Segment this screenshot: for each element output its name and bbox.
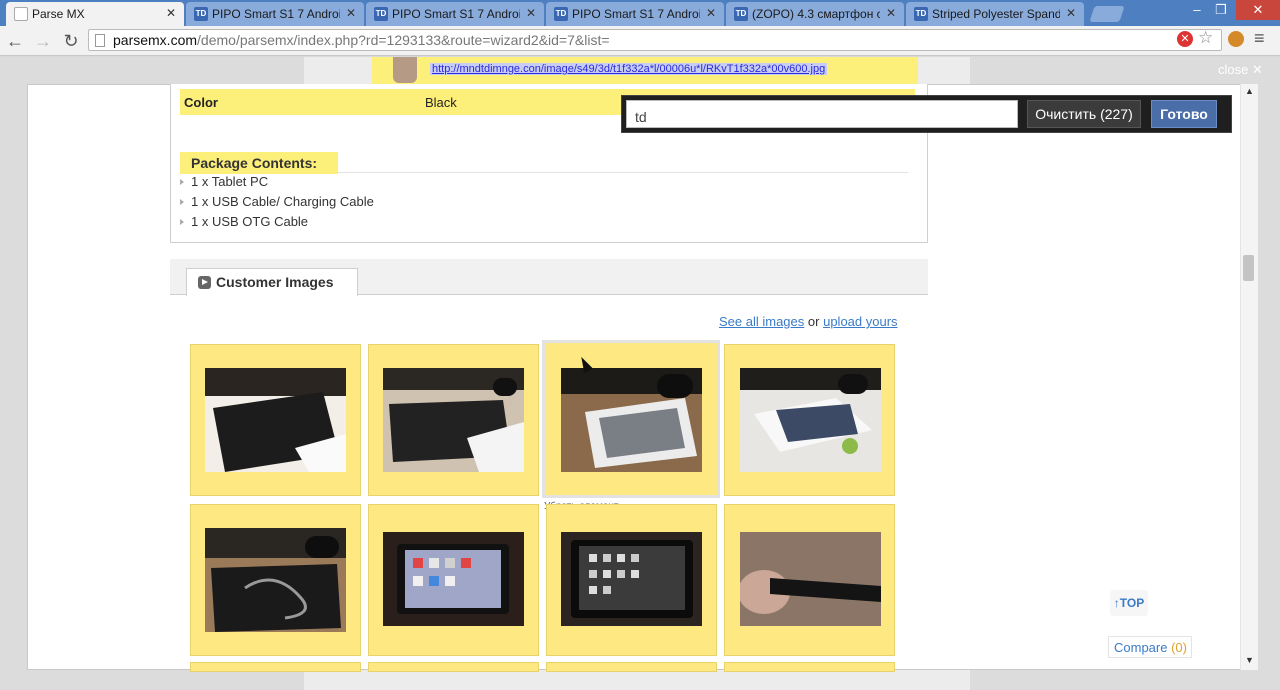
tablet-photo: [383, 532, 524, 636]
tab-title: Parse MX: [32, 7, 85, 21]
see-all-images-link[interactable]: See all images: [719, 314, 804, 329]
tab-title: PIPO Smart S1 7 Android 4: [212, 7, 340, 21]
close-icon[interactable]: ✕: [1066, 6, 1076, 20]
spec-value: Black: [425, 95, 457, 110]
tablet-photo: [740, 532, 881, 636]
compare-button[interactable]: Compare (0): [1108, 636, 1192, 658]
customer-image-thumb-hovered[interactable]: [542, 340, 720, 498]
customer-image-thumb[interactable]: [546, 504, 717, 656]
tab-striped-polyester[interactable]: TD Striped Polyester Spande ✕: [906, 2, 1084, 26]
package-item-text: 1 x USB OTG Cable: [191, 214, 309, 229]
scrollbar-thumb[interactable]: [1243, 255, 1254, 281]
selector-search-input[interactable]: [626, 100, 1018, 128]
top-label: TOP: [1119, 596, 1145, 610]
minimize-icon[interactable]: –: [1186, 2, 1208, 17]
tab-pipo-1[interactable]: TD PIPO Smart S1 7 Android 4 ✕: [186, 2, 364, 26]
close-icon: ✕: [1251, 62, 1263, 77]
image-url-link[interactable]: http://mndtdimnge.con/image/s49/3d/t1f33…: [430, 63, 828, 75]
package-heading: Package Contents:: [180, 152, 338, 174]
bullet-icon: [180, 179, 184, 185]
bookmark-star-icon[interactable]: ☆: [1198, 28, 1213, 48]
td-favicon-icon: TD: [914, 7, 928, 21]
upload-yours-link[interactable]: upload yours: [823, 314, 897, 329]
clear-button[interactable]: Очистить (227): [1027, 100, 1141, 128]
customer-images-links: See all images or upload yours: [719, 314, 898, 329]
url-host: parsemx.com: [113, 32, 198, 48]
customer-image-thumb[interactable]: [368, 344, 539, 496]
back-to-top-button[interactable]: ↑TOP: [1110, 590, 1148, 616]
package-item: 1 x Tablet PC: [180, 174, 268, 189]
tablet-photo: [205, 368, 346, 472]
tab-title: (ZOPO) 4.3 смартфон с с: [752, 7, 880, 21]
tab-zopo[interactable]: TD (ZOPO) 4.3 смартфон с с ✕: [726, 2, 904, 26]
customer-image-thumb[interactable]: [368, 504, 539, 656]
tablet-photo: [561, 532, 702, 636]
close-icon[interactable]: ✕: [526, 6, 536, 20]
forward-icon[interactable]: →: [32, 30, 54, 52]
page-icon: [14, 7, 28, 21]
package-item: 1 x USB Cable/ Charging Cable: [180, 194, 374, 209]
new-tab-button[interactable]: [1089, 6, 1125, 22]
strip-thumbnail: [393, 57, 417, 83]
scrollbar[interactable]: [1240, 84, 1258, 670]
close-icon[interactable]: ✕: [886, 6, 896, 20]
page-icon: [95, 34, 105, 47]
play-icon: [198, 276, 211, 289]
compare-label: Compare: [1114, 640, 1168, 655]
tab-pipo-3[interactable]: TD PIPO Smart S1 7 Android 4 ✕: [546, 2, 724, 26]
compare-count: (0): [1171, 640, 1187, 655]
tab-title: PIPO Smart S1 7 Android 4: [392, 7, 520, 21]
spec-label: Color: [184, 95, 218, 110]
bullet-icon: [180, 219, 184, 225]
window-close-icon[interactable]: ✕: [1236, 0, 1280, 20]
customer-image-thumb[interactable]: [724, 662, 895, 672]
done-button[interactable]: Готово: [1151, 100, 1217, 128]
tab-parse-mx[interactable]: Parse MX ✕: [6, 2, 184, 26]
close-label: close: [1218, 62, 1249, 77]
tablet-photo: [740, 368, 881, 472]
page-strip-bottom: [304, 670, 970, 690]
close-link[interactable]: close ✕: [1218, 62, 1263, 78]
td-favicon-icon: TD: [194, 7, 208, 21]
menu-icon[interactable]: ≡: [1254, 28, 1265, 49]
td-favicon-icon: TD: [734, 7, 748, 21]
back-icon[interactable]: ←: [4, 30, 26, 52]
package-item: 1 x USB OTG Cable: [180, 214, 308, 229]
browser-toolbar: ← → ↻ parsemx.com/demo/parsemx/index.php…: [0, 26, 1280, 56]
url-path: /demo/parsemx/index.php?rd=1293133&route…: [197, 32, 610, 48]
or-text: or: [807, 314, 820, 329]
tab-pipo-2[interactable]: TD PIPO Smart S1 7 Android 4 ✕: [366, 2, 544, 26]
tab-title: PIPO Smart S1 7 Android 4: [572, 7, 700, 21]
customer-image-thumb[interactable]: [724, 344, 895, 496]
customer-image-thumb[interactable]: [368, 662, 539, 672]
tab-title: Striped Polyester Spande: [932, 7, 1060, 21]
extension-icon[interactable]: [1228, 31, 1244, 47]
package-item-text: 1 x Tablet PC: [191, 174, 269, 189]
td-favicon-icon: TD: [374, 7, 388, 21]
scroll-down-icon[interactable]: ▼: [1245, 655, 1254, 665]
td-favicon-icon: TD: [554, 7, 568, 21]
reload-icon[interactable]: ↻: [60, 30, 82, 52]
scroll-up-icon[interactable]: ▲: [1245, 86, 1254, 96]
tablet-photo: [383, 368, 524, 472]
tablet-photo: [205, 528, 346, 632]
restore-icon[interactable]: ❐: [1210, 2, 1232, 18]
tablet-photo: [561, 368, 702, 472]
customer-images-title: Customer Images: [216, 274, 334, 290]
package-item-text: 1 x USB Cable/ Charging Cable: [191, 194, 374, 209]
address-bar[interactable]: parsemx.com/demo/parsemx/index.php?rd=12…: [88, 29, 1222, 51]
close-icon[interactable]: ✕: [706, 6, 716, 20]
bullet-icon: [180, 199, 184, 205]
customer-image-thumb[interactable]: [190, 344, 361, 496]
customer-image-thumb[interactable]: [190, 662, 361, 672]
stop-icon[interactable]: ✕: [1177, 31, 1193, 47]
tab-strip: Parse MX ✕ TD PIPO Smart S1 7 Android 4 …: [0, 0, 1280, 26]
close-icon[interactable]: ✕: [346, 6, 356, 20]
customer-image-thumb[interactable]: [724, 504, 895, 656]
customer-image-thumb[interactable]: [190, 504, 361, 656]
divider: [338, 172, 908, 173]
close-icon[interactable]: ✕: [166, 6, 176, 20]
customer-image-thumb[interactable]: [546, 662, 717, 672]
